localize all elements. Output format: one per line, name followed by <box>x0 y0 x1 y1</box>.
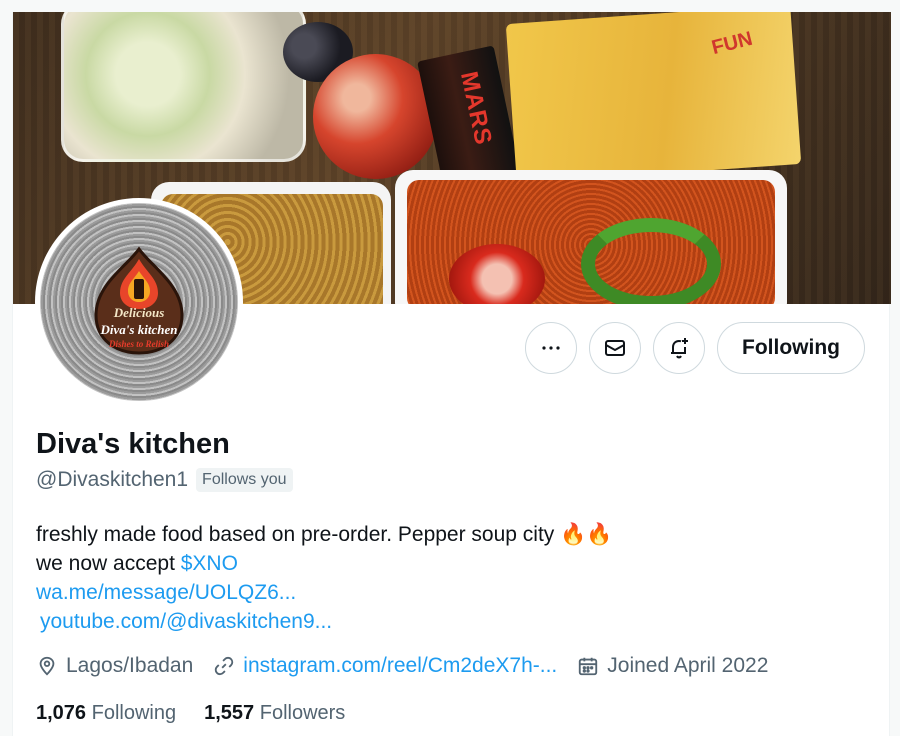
avatar-logo-line1: Delicious <box>113 305 165 320</box>
bio-line-1: freshly made food based on pre-order. Pe… <box>36 523 613 546</box>
notify-button[interactable] <box>653 322 706 374</box>
followers-count: 1,557 <box>204 702 255 724</box>
more-horizontal-icon <box>542 346 560 350</box>
joined-date: Joined April 2022 <box>607 654 769 677</box>
location-item: Lagos/Ibadan <box>36 654 193 678</box>
whatsapp-link[interactable]: wa.me/message/UOLQZ6... <box>36 581 296 604</box>
message-button[interactable] <box>589 322 642 374</box>
calendar-icon <box>579 657 598 676</box>
followers-label: Followers <box>259 702 346 724</box>
more-button[interactable] <box>525 322 578 374</box>
bell-plus-icon <box>671 338 689 359</box>
avatar-logo-line3: Dishes to Relish <box>108 339 169 349</box>
followers-stat[interactable]: 1,557 Followers <box>204 702 345 725</box>
youtube-link[interactable]: youtube.com/@divaskitchen9... <box>40 610 332 633</box>
profile-meta: Lagos/Ibadan instagram.com/reel/Cm2deX7h… <box>36 654 768 678</box>
location-text: Lagos/Ibadan <box>66 654 194 677</box>
avatar-disc: Delicious Diva's kitchen Dishes to Relis… <box>40 203 238 401</box>
following-count: 1,076 <box>36 702 87 724</box>
website-link[interactable]: instagram.com/reel/Cm2deX7h-... <box>243 654 557 678</box>
follow-stats: 1,076 Following 1,557 Followers <box>36 702 345 725</box>
banner-cookie-pack: FUN <box>505 12 802 184</box>
joined-item: Joined April 2022 <box>577 654 768 678</box>
location-pin-icon <box>39 656 55 676</box>
cookie-pack-label: FUN <box>709 27 755 60</box>
follows-you-badge: Follows you <box>196 468 293 492</box>
profile-card: MARS FUN Delicious Diva's kitchen Dishes… <box>12 12 891 736</box>
following-label: Following <box>91 702 177 724</box>
avatar-logo-line2: Diva's kitchen <box>100 322 178 337</box>
display-name: Diva's kitchen <box>36 428 230 460</box>
envelope-icon <box>605 340 626 356</box>
link-icon <box>215 656 234 676</box>
banner-pepper <box>581 218 721 304</box>
following-button[interactable]: Following <box>717 322 865 374</box>
bio: freshly made food based on pre-order. Pe… <box>36 520 612 636</box>
avatar[interactable]: Delicious Diva's kitchen Dishes to Relis… <box>35 198 243 406</box>
candy-bar-label: MARS <box>454 69 497 148</box>
website-item: instagram.com/reel/Cm2deX7h-... <box>213 654 557 678</box>
profile-actions: Following <box>525 322 865 374</box>
following-stat[interactable]: 1,076 Following <box>36 702 176 725</box>
bio-line-2-prefix: we now accept <box>36 552 181 575</box>
username-handle: @Divaskitchen1 <box>36 468 189 491</box>
banner-salad <box>61 12 306 162</box>
handle-row: @Divaskitchen1 Follows you <box>36 468 293 492</box>
cashtag-link[interactable]: $XNO <box>181 552 238 575</box>
bio-line-2: we now accept $XNO <box>36 549 612 578</box>
